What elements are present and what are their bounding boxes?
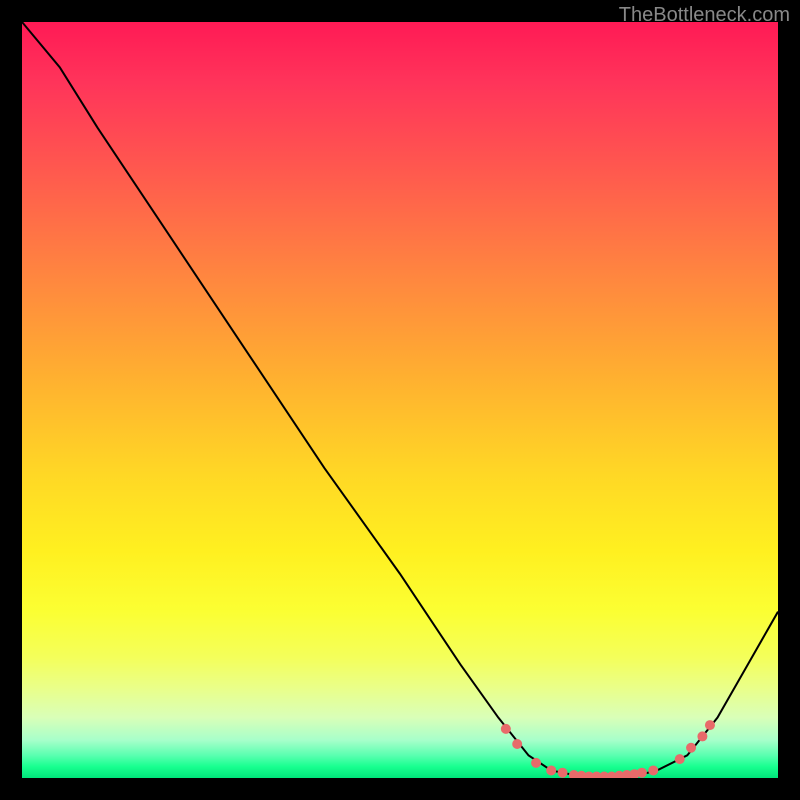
- marker-group: [501, 720, 715, 778]
- data-marker: [531, 758, 541, 768]
- data-marker: [558, 768, 568, 778]
- chart-plot-area: [22, 22, 778, 778]
- data-marker: [648, 765, 658, 775]
- data-marker: [501, 724, 511, 734]
- data-marker: [675, 754, 685, 764]
- chart-svg: [22, 22, 778, 778]
- bottleneck-curve: [22, 22, 778, 778]
- data-marker: [512, 739, 522, 749]
- data-marker: [546, 765, 556, 775]
- attribution-label: TheBottleneck.com: [619, 4, 790, 27]
- data-marker: [686, 743, 696, 753]
- data-marker: [697, 731, 707, 741]
- data-marker: [705, 720, 715, 730]
- data-marker: [637, 768, 647, 778]
